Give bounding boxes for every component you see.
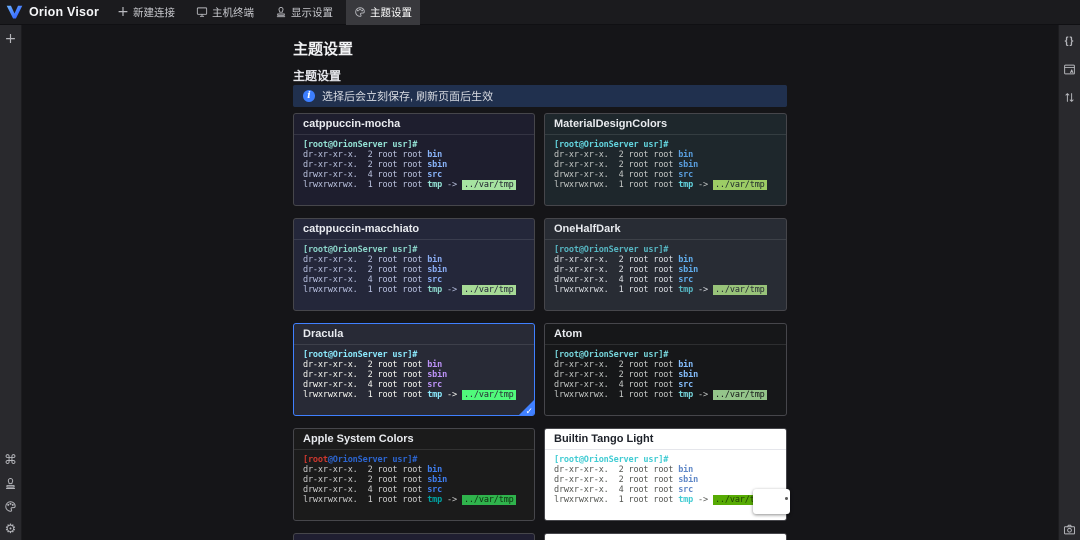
theme-card-materialdesigncolors[interactable]: MaterialDesignColors [root@OrionServer us… [544, 113, 787, 206]
palette-icon[interactable] [3, 499, 18, 514]
terminal-line: lrwxrwxrwx. 1 root root tmp -> ../var/tm… [303, 494, 516, 505]
top-navbar: Orion Visor + 新建连接 主机终端 显示设置 主题设置 [0, 0, 1080, 25]
selected-check-icon: ✓ [525, 406, 533, 416]
white-popout-box [753, 489, 790, 514]
terminal-preview: [root@OrionServer usr]# dr-xr-xr-x. 2 roo… [545, 450, 786, 506]
command-icon[interactable]: ⌘ [3, 453, 18, 468]
terminal-icon [196, 6, 208, 18]
tab-host-terminal[interactable]: 主机终端 [188, 0, 262, 25]
stamp-icon[interactable] [3, 476, 18, 491]
app-title: Orion Visor [29, 5, 100, 19]
terminal-preview: [root@OrionServer usr]# dr-xr-xr-x. 2 roo… [294, 345, 534, 401]
terminal-line: lrwxrwxrwx. 1 root root tmp -> ../var/tm… [303, 179, 516, 190]
terminal-line: lrwxrwxrwx. 1 root root tmp -> ../var/tm… [303, 389, 516, 400]
form-view-icon[interactable] [1062, 62, 1077, 77]
fullscreen-icon[interactable] [1059, 5, 1074, 20]
theme-card-apple-system-colors[interactable]: Apple System Colors [root@OrionServer usr… [293, 428, 535, 521]
terminal-line: lrwxrwxrwx. 1 root root tmp -> ../var/tm… [303, 284, 516, 295]
theme-card-title: Builtin Tango Light [545, 429, 786, 450]
terminal-line: lrwxrwxrwx. 1 root root tmp -> ../var/tm… [554, 494, 767, 505]
terminal-preview: [root@OrionServer usr]# dr-xr-xr-x. 2 roo… [294, 240, 534, 296]
json-view-icon[interactable]: {} [1062, 34, 1077, 49]
settings-icon[interactable]: ⚙ [3, 522, 18, 537]
tab-label: 主机终端 [212, 6, 255, 19]
terminal-line: lrwxrwxrwx. 1 root root tmp -> ../var/tm… [554, 179, 767, 190]
right-sidebar-top: {} [1059, 25, 1080, 105]
main-content: 主题设置 主题设置 i 选择后会立刻保存, 刷新页面后生效 catppuccin… [23, 25, 1057, 540]
sort-icon[interactable] [1062, 90, 1077, 105]
right-sidebar-bottom [1059, 522, 1080, 540]
terminal-line: lrwxrwxrwx. 1 root root tmp -> ../var/tm… [554, 284, 767, 295]
theme-card-title: MaterialDesignColors [545, 114, 786, 135]
info-alert: i 选择后会立刻保存, 刷新页面后生效 [293, 85, 787, 107]
theme-card-title: catppuccin-macchiato [294, 219, 534, 240]
add-icon[interactable]: + [3, 31, 18, 46]
left-sidebar: + ⌘ ⚙ [0, 25, 22, 540]
theme-card-partial-2[interactable] [544, 533, 787, 540]
plus-icon: + [117, 4, 129, 20]
popout-dot [785, 497, 788, 500]
alert-text: 选择后会立刻保存, 刷新页面后生效 [322, 91, 494, 103]
left-sidebar-top: + [0, 25, 21, 46]
tab-label: 新建连接 [133, 6, 176, 19]
theme-card-dracula[interactable]: Dracula [root@OrionServer usr]# dr-xr-xr-x… [293, 323, 535, 416]
terminal-preview: [root@OrionServer usr]# dr-xr-xr-x. 2 roo… [545, 345, 786, 401]
right-sidebar: {} [1058, 25, 1080, 540]
navbar-tabs: + 新建连接 主机终端 显示设置 主题设置 [109, 0, 425, 25]
terminal-preview: [root@OrionServer usr]# dr-xr-xr-x. 2 roo… [545, 135, 786, 191]
terminal-preview: [root@OrionServer usr]# dr-xr-xr-x. 2 roo… [294, 450, 534, 506]
theme-card-onehalfdark[interactable]: OneHalfDark [root@OrionServer usr]# dr-xr-… [544, 218, 787, 311]
tab-new-connection[interactable]: + 新建连接 [109, 0, 183, 25]
left-sidebar-bottom: ⌘ ⚙ [0, 453, 21, 540]
orion-visor-logo-icon [6, 5, 23, 20]
theme-card-builtin-tango-light[interactable]: Builtin Tango Light [root@OrionServer usr… [544, 428, 787, 521]
theme-card-title: Atom [545, 324, 786, 345]
theme-card-partial-1[interactable] [293, 533, 535, 540]
theme-card-title: Apple System Colors [294, 429, 534, 450]
stamp-icon [275, 6, 287, 18]
terminal-preview: [root@OrionServer usr]# dr-xr-xr-x. 2 roo… [545, 240, 786, 296]
section-title: 主题设置 [293, 69, 342, 83]
theme-card-catppuccin-mocha[interactable]: catppuccin-mocha [root@OrionServer usr]# d… [293, 113, 535, 206]
info-icon: i [303, 90, 315, 102]
terminal-line: lrwxrwxrwx. 1 root root tmp -> ../var/tm… [554, 389, 767, 400]
tab-label: 显示设置 [291, 6, 334, 19]
screenshot-icon[interactable] [1062, 522, 1077, 537]
tab-display-settings[interactable]: 显示设置 [267, 0, 341, 25]
theme-card-atom[interactable]: Atom [root@OrionServer usr]# dr-xr-xr-x. 2… [544, 323, 787, 416]
theme-card-title: catppuccin-mocha [294, 114, 534, 135]
terminal-preview: [root@OrionServer usr]# dr-xr-xr-x. 2 roo… [294, 135, 534, 191]
app-window: Orion Visor + 新建连接 主机终端 显示设置 主题设置 + ⌘ ⚙ {} 主题… [0, 0, 1080, 540]
theme-card-title: Dracula [294, 324, 534, 345]
theme-grid: catppuccin-mocha [root@OrionServer usr]# d… [293, 113, 787, 540]
tab-label: 主题设置 [370, 6, 413, 19]
page-title: 主题设置 [293, 41, 354, 58]
palette-icon [354, 6, 366, 18]
tab-theme-settings[interactable]: 主题设置 [346, 0, 421, 25]
theme-card-catppuccin-macchiato[interactable]: catppuccin-macchiato [root@OrionServer us… [293, 218, 535, 311]
theme-card-title: OneHalfDark [545, 219, 786, 240]
